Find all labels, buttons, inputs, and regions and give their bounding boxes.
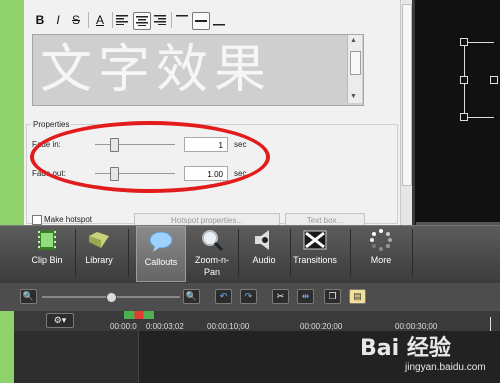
track-settings-gear-icon[interactable]: ⚙▾ <box>46 313 74 328</box>
tool-label: Zoom-n- Pan <box>194 255 229 277</box>
ruler-tick: 00:00:20;00 <box>300 322 343 331</box>
resize-handle[interactable] <box>460 76 468 84</box>
preview-canvas[interactable] <box>412 0 500 225</box>
make-hotspot-checkbox[interactable] <box>32 215 42 225</box>
scroll-down-icon[interactable]: ▼ <box>350 93 357 100</box>
toolbar-divider <box>171 12 172 28</box>
resize-handle[interactable] <box>460 38 468 46</box>
film-icon <box>35 228 59 252</box>
desktop-background <box>0 311 14 383</box>
align-left-icon[interactable] <box>114 12 130 28</box>
properties-title: Properties <box>31 120 72 129</box>
toolbar-separator <box>128 229 129 277</box>
undo-icon[interactable]: ↶ <box>215 289 232 304</box>
toolbar-divider <box>112 12 113 28</box>
split-icon[interactable]: ⇹ <box>297 289 314 304</box>
ruler-tick: 00:00:10;00 <box>207 322 250 331</box>
more-icon <box>369 228 393 252</box>
selection-border <box>464 117 494 118</box>
valign-middle-icon[interactable] <box>192 12 210 30</box>
make-hotspot-label: Make hotspot <box>44 215 93 224</box>
panel-scrollbar-thumb[interactable] <box>402 4 412 186</box>
text-editor-scrollbar[interactable]: ▲ ▼ <box>347 35 362 103</box>
speaker-icon <box>252 228 276 252</box>
magnifier-icon <box>200 228 224 252</box>
tool-label: Transitions <box>293 255 337 265</box>
redo-icon[interactable]: ↷ <box>240 289 257 304</box>
annotation-oval <box>30 121 270 193</box>
watermark-logo: Bai 经验 <box>360 336 451 361</box>
align-right-icon[interactable] <box>152 12 168 28</box>
timeline-zoom-thumb[interactable] <box>106 292 117 303</box>
tool-audio[interactable]: Audio <box>242 225 286 283</box>
tool-label: Callouts <box>144 257 178 267</box>
folder-icon <box>87 228 111 252</box>
cut-icon[interactable]: ✂ <box>272 289 289 304</box>
valign-top-icon[interactable] <box>174 12 190 28</box>
tool-transitions[interactable]: Transitions <box>290 225 340 283</box>
transitions-icon <box>303 228 327 252</box>
tool-zoom-n-pan[interactable]: Zoom-n- Pan <box>190 225 234 283</box>
zoom-in-icon[interactable]: 🔍 <box>183 289 200 304</box>
strikethrough-button[interactable]: S <box>68 12 84 28</box>
copy-icon[interactable]: ❐ <box>324 289 341 304</box>
tool-label: Library <box>85 255 113 265</box>
track-headers <box>14 331 139 383</box>
scrollbar-thumb[interactable] <box>350 51 361 75</box>
ruler-tick: 00:00:0 <box>110 322 137 331</box>
valign-bottom-icon[interactable] <box>211 12 227 28</box>
selection-border <box>464 42 494 43</box>
resize-handle[interactable] <box>490 76 498 84</box>
toolbar-separator <box>350 229 351 277</box>
tool-label: Clip Bin <box>31 255 63 265</box>
playhead-marker[interactable] <box>124 311 154 319</box>
callout-text: 文字效果 <box>40 40 273 100</box>
toolbar-separator <box>238 229 239 277</box>
speech-bubble-icon <box>149 230 173 254</box>
toolbar-separator <box>75 229 76 277</box>
scroll-up-icon[interactable]: ▲ <box>350 37 357 44</box>
bold-button[interactable]: B <box>32 12 48 28</box>
toolbar-separator <box>412 229 413 277</box>
tool-callouts[interactable]: Callouts <box>136 226 186 282</box>
tool-label: Audio <box>252 255 276 265</box>
text-color-button[interactable]: A <box>92 12 108 28</box>
tool-more[interactable]: More <box>358 225 404 283</box>
resize-handle[interactable] <box>460 113 468 121</box>
ruler-tick: 0:00:03;02 <box>146 322 184 331</box>
paste-icon[interactable]: ▤ <box>349 289 366 304</box>
align-center-icon[interactable] <box>133 12 151 30</box>
playhead-line <box>490 317 491 331</box>
zoom-out-icon[interactable]: 🔍 <box>20 289 37 304</box>
tool-label: More <box>370 255 392 265</box>
italic-button[interactable]: I <box>50 12 66 28</box>
watermark-url: jingyan.baidu.com <box>405 362 486 373</box>
toolbar-divider <box>88 12 89 28</box>
tool-clip-bin[interactable]: Clip Bin <box>22 225 72 283</box>
tool-library[interactable]: Library <box>78 225 120 283</box>
